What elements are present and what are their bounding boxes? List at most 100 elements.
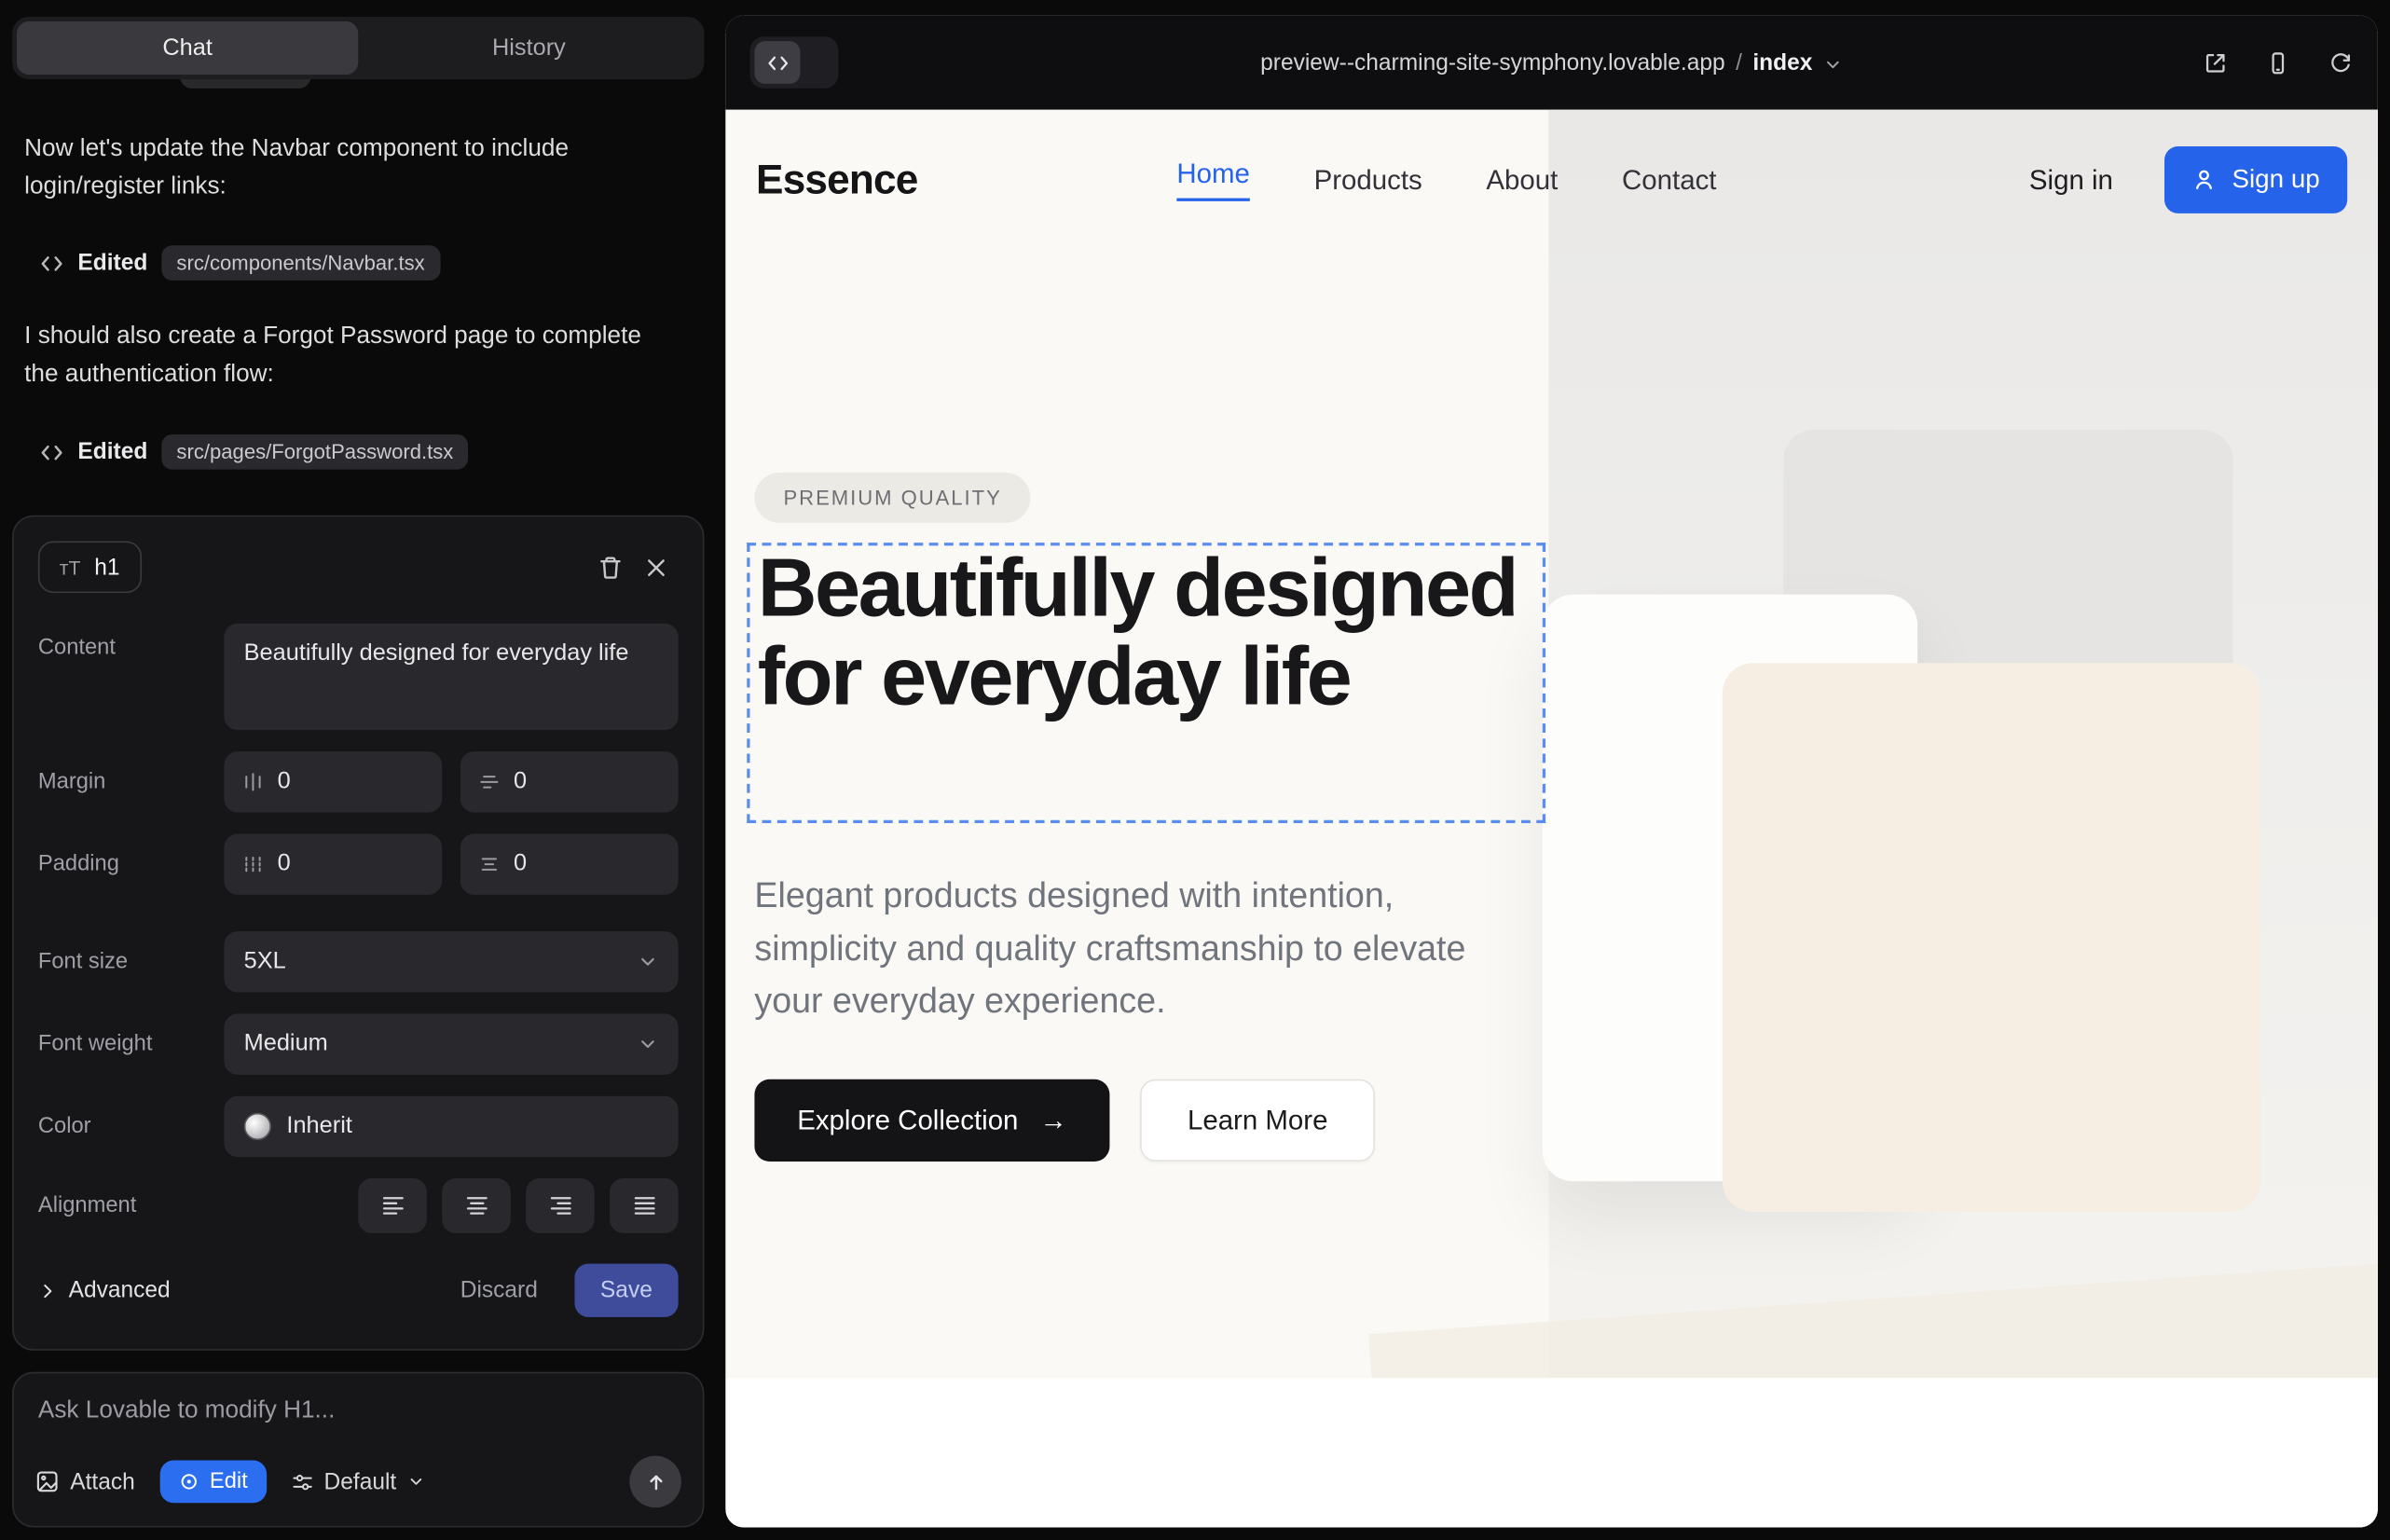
nav-link-contact[interactable]: Contact (1622, 164, 1716, 196)
site-logo[interactable]: Essence (756, 157, 917, 204)
section-divider (725, 1378, 2378, 1527)
padding-row: Padding 0 0 (38, 833, 679, 894)
chevron-down-icon (638, 951, 659, 972)
sliders-icon (291, 1470, 314, 1493)
default-mode-select[interactable]: Default (291, 1469, 426, 1495)
edited-file-chip[interactable]: src/components/Navbar.tsx (161, 245, 440, 281)
padding-x-input[interactable]: 0 (224, 833, 442, 894)
hero-cta-row: Explore Collection → Learn More (754, 1079, 1375, 1162)
color-label: Color (38, 1114, 224, 1138)
hero-subtext: Elegant products designed with intention… (754, 869, 1498, 1026)
code-view-toggle[interactable] (750, 36, 839, 89)
margin-vertical-icon (478, 771, 500, 792)
open-external-icon[interactable] (2203, 49, 2229, 76)
chat-panel: Chat History Now let's update the Navbar… (0, 0, 725, 1540)
edited-file-row: Edited src/components/Navbar.tsx (40, 245, 441, 281)
edited-label: Edited (77, 250, 147, 276)
alignment-label: Alignment (38, 1193, 224, 1217)
typography-icon: тT (60, 556, 81, 579)
tab-chat[interactable]: Chat (17, 21, 358, 75)
sign-up-button[interactable]: Sign up (2165, 146, 2348, 213)
element-tag-badge[interactable]: тT h1 (38, 541, 142, 593)
site-navbar: Essence Home Products About Contact Sign… (725, 110, 2378, 250)
color-swatch (244, 1113, 271, 1140)
mobile-view-icon[interactable] (2265, 49, 2291, 76)
trash-icon (597, 554, 623, 580)
arrow-right-icon: → (1039, 1105, 1066, 1136)
nav-link-products[interactable]: Products (1314, 164, 1422, 196)
align-left-button[interactable] (358, 1178, 427, 1233)
composer-toolbar: Attach Edit Default (35, 1456, 681, 1508)
margin-row: Margin 0 0 (38, 751, 679, 812)
code-icon (40, 440, 64, 464)
advanced-toggle[interactable]: Advanced (38, 1277, 171, 1303)
chevron-right-icon (38, 1281, 57, 1299)
editor-footer: Advanced Discard Save (38, 1264, 679, 1317)
padding-label: Padding (38, 852, 224, 876)
explore-collection-button[interactable]: Explore Collection → (754, 1079, 1109, 1162)
composer-input[interactable] (35, 1392, 681, 1452)
send-button[interactable] (629, 1456, 681, 1508)
chevron-down-icon (407, 1473, 426, 1492)
edited-file-row: Edited src/pages/ForgotPassword.tsx (40, 434, 469, 470)
tab-history[interactable]: History (358, 21, 699, 75)
edited-file-chip[interactable]: src/pages/ForgotPassword.tsx (161, 434, 469, 470)
site-auth-actions: Sign in Sign up (2029, 146, 2347, 213)
color-row: Color Inherit (38, 1096, 679, 1157)
edited-label: Edited (77, 439, 147, 465)
arrow-up-icon (644, 1470, 667, 1493)
chevron-down-icon (638, 1034, 659, 1055)
margin-y-input[interactable]: 0 (460, 751, 679, 812)
align-justify-button[interactable] (610, 1178, 679, 1233)
selected-element-outline[interactable]: Beautifully designed for everyday life (747, 543, 1545, 823)
font-weight-label: Font weight (38, 1032, 224, 1056)
font-size-row: Font size 5XL (38, 931, 679, 992)
font-weight-row: Font weight Medium (38, 1013, 679, 1074)
align-center-button[interactable] (442, 1178, 511, 1233)
font-weight-select[interactable]: Medium (224, 1013, 678, 1074)
preview-topbar: preview--charming-site-symphony.lovable.… (725, 15, 2378, 109)
close-icon (644, 556, 667, 579)
nav-link-home[interactable]: Home (1176, 158, 1250, 201)
refresh-icon[interactable] (2328, 49, 2354, 76)
close-editor-button[interactable] (633, 544, 679, 590)
content-input[interactable]: Beautifully designed for everyday life (224, 624, 678, 730)
preview-path: index (1752, 49, 1812, 76)
margin-x-input[interactable]: 0 (224, 751, 442, 812)
decor-card-cream (1723, 663, 2260, 1212)
attach-button[interactable]: Attach (35, 1469, 135, 1495)
app-root: Chat History Now let's update the Navbar… (0, 0, 2390, 1540)
align-right-icon (548, 1195, 572, 1217)
site-canvas: Essence Home Products About Contact Sign… (725, 110, 2378, 1528)
hero-headline: Beautifully designed for everyday life (750, 545, 1543, 722)
sign-in-link[interactable]: Sign in (2029, 164, 2113, 196)
editor-header: тT h1 (38, 541, 679, 593)
hero-badge: PREMIUM QUALITY (754, 473, 1030, 523)
element-editor-panel: тT h1 Content Beautifull (12, 516, 704, 1351)
discard-button[interactable]: Discard (460, 1277, 538, 1303)
alignment-row: Alignment (38, 1178, 679, 1233)
font-size-select[interactable]: 5XL (224, 931, 678, 992)
delete-element-button[interactable] (587, 544, 633, 590)
chevron-down-icon (1823, 54, 1843, 74)
site-nav-links: Home Products About Contact (1176, 158, 1716, 201)
align-center-icon (464, 1195, 488, 1217)
code-icon (40, 251, 64, 275)
preview-url: preview--charming-site-symphony.lovable.… (1260, 49, 1725, 76)
padding-vertical-icon (478, 854, 500, 875)
panel-tabs: Chat History (12, 17, 704, 79)
save-button[interactable]: Save (574, 1264, 679, 1317)
learn-more-button[interactable]: Learn More (1140, 1079, 1375, 1162)
align-right-button[interactable] (526, 1178, 595, 1233)
topbar-actions (2203, 49, 2354, 76)
color-select[interactable]: Inherit (224, 1096, 678, 1157)
edit-mode-button[interactable]: Edit (159, 1461, 266, 1504)
content-label: Content (38, 624, 224, 660)
nav-link-about[interactable]: About (1486, 164, 1558, 196)
padding-y-input[interactable]: 0 (460, 833, 679, 894)
align-justify-icon (632, 1195, 656, 1217)
element-tag: h1 (94, 554, 119, 580)
chat-composer: Attach Edit Default (12, 1372, 704, 1528)
address-bar: preview--charming-site-symphony.lovable.… (725, 15, 2378, 109)
code-icon (766, 51, 790, 75)
